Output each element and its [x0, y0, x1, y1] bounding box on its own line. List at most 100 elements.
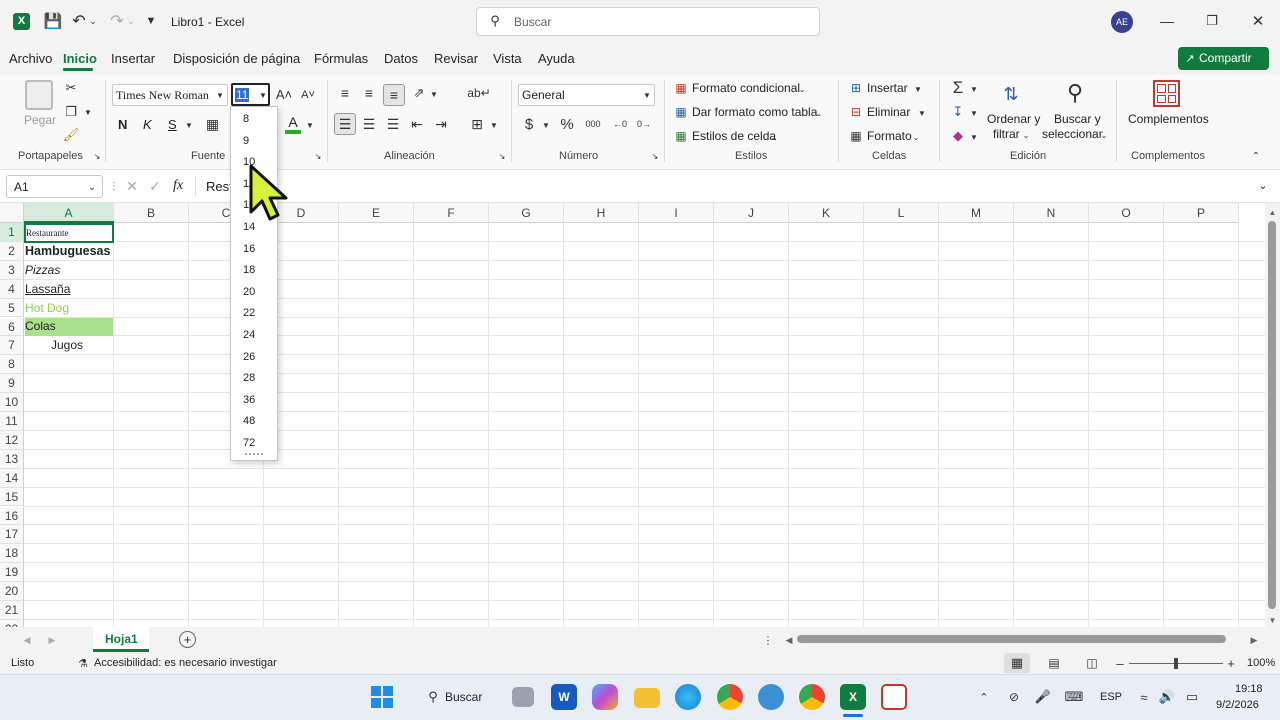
row-header-20[interactable]: 20	[0, 582, 24, 601]
find-select-dropdown-icon[interactable]: ⌄	[1099, 129, 1109, 141]
collapse-ribbon-icon[interactable]: ⌃	[1249, 150, 1263, 162]
conditional-format-icon[interactable]: ▦	[673, 80, 689, 96]
font-color-dropdown-icon[interactable]: ▼	[305, 119, 315, 131]
copilot-icon[interactable]	[592, 684, 618, 710]
sort-filter-icon[interactable]: ⇅	[996, 80, 1026, 108]
redo-icon[interactable]: ↷	[108, 11, 126, 31]
font-size-option[interactable]: 36	[243, 394, 255, 406]
snipping-tool-icon[interactable]	[881, 684, 907, 710]
align-center-icon[interactable]: ☰	[360, 115, 378, 133]
tab-ayuda[interactable]: Ayuda	[538, 51, 575, 66]
save-icon[interactable]: 💾	[43, 11, 63, 31]
column-header-i[interactable]: I	[639, 203, 714, 223]
increase-indent-icon[interactable]: ⇥	[432, 115, 450, 133]
orientation-dropdown-icon[interactable]: ▼	[429, 88, 439, 100]
spreadsheet-grid[interactable]: ABCDEFGHIJKLMNOP 1 2 3 4 5 6 7 8 9 10 11 12 13 14 15 16…	[0, 203, 1265, 627]
cell-styles-dropdown-icon[interactable]: ⌄	[769, 131, 779, 143]
scroll-right-icon[interactable]: ▶	[1249, 633, 1259, 647]
column-header-l[interactable]: L	[864, 203, 939, 223]
underline-button[interactable]: S	[168, 117, 177, 132]
row-header-8[interactable]: 8	[0, 355, 24, 375]
row-header-13[interactable]: 13	[0, 449, 24, 469]
bold-button[interactable]: N	[118, 117, 127, 132]
clock-time[interactable]: 19:18	[1235, 683, 1263, 695]
edge-icon[interactable]	[675, 684, 701, 710]
windows-start-icon[interactable]	[371, 686, 393, 708]
addins-icon[interactable]	[1153, 80, 1180, 107]
table-format-button[interactable]: Dar formato como tabla	[692, 105, 817, 119]
tabs-splitter-icon[interactable]: ⋮	[763, 632, 774, 648]
sheet-tab-hoja1[interactable]: Hoja1	[93, 627, 149, 652]
row-header-22[interactable]: 22	[0, 619, 24, 627]
clear-dropdown-icon[interactable]: ▼	[969, 131, 979, 143]
add-sheet-icon[interactable]: +	[179, 631, 196, 648]
cell-a5[interactable]: Hot Dog	[25, 299, 69, 318]
tab-inicio[interactable]: Inicio	[63, 51, 97, 66]
keyboard-icon[interactable]: ⌨	[1065, 688, 1084, 706]
fill-dropdown-icon[interactable]: ▼	[969, 107, 979, 119]
font-size-option[interactable]: 22	[243, 307, 255, 319]
copy-icon[interactable]: ❐	[63, 104, 79, 120]
chrome-icon[interactable]	[717, 684, 743, 710]
column-header-f[interactable]: F	[414, 203, 489, 223]
number-launcher-icon[interactable]: ↘	[650, 151, 660, 161]
orientation-icon[interactable]: ⇗	[410, 84, 428, 102]
font-launcher-icon[interactable]: ↘	[313, 151, 323, 161]
column-header-b[interactable]: B	[114, 203, 189, 223]
clock-date[interactable]: 9/2/2026	[1216, 699, 1259, 711]
tab-datos[interactable]: Datos	[384, 51, 418, 66]
thousands-icon[interactable]: 000	[583, 115, 603, 133]
zoom-out-icon[interactable]: –	[1114, 655, 1126, 671]
sort-filter-label-1[interactable]: Ordenar y	[987, 112, 1040, 126]
font-size-option[interactable]: 48	[243, 415, 255, 427]
format-dropdown-icon[interactable]: ⌄	[911, 131, 921, 143]
next-sheet-icon[interactable]: ▶	[47, 633, 57, 647]
conditional-format-button[interactable]: Formato condicional	[692, 81, 800, 95]
find-select-icon[interactable]: ⚲	[1060, 78, 1090, 108]
redo-dropdown-icon[interactable]: ⌄	[126, 13, 136, 29]
zoom-level[interactable]: 100%	[1247, 657, 1275, 669]
select-all-corner[interactable]	[0, 203, 24, 223]
cell-a6[interactable]: Colas	[25, 317, 56, 336]
align-bottom-icon[interactable]: ≡	[383, 84, 405, 106]
wifi-icon[interactable]: ≈	[1136, 688, 1152, 706]
tab-insertar[interactable]: Insertar	[111, 51, 155, 66]
autosum-dropdown-icon[interactable]: ▼	[969, 83, 979, 95]
minimize-icon[interactable]: —	[1158, 12, 1176, 30]
tab-revisar[interactable]: Revisar	[434, 51, 478, 66]
taskbar-search[interactable]: ⚲ Buscar	[414, 683, 498, 711]
font-size-option[interactable]: 18	[243, 264, 255, 276]
addins-button[interactable]: Complementos	[1128, 112, 1209, 126]
confirm-entry-icon[interactable]: ✓	[147, 177, 163, 195]
insert-dropdown-icon[interactable]: ▼	[913, 83, 923, 95]
delete-dropdown-icon[interactable]: ▼	[917, 107, 927, 119]
file-explorer-icon[interactable]	[634, 688, 660, 708]
merge-dropdown-icon[interactable]: ▼	[489, 119, 499, 131]
dropdown-resize-grip[interactable]	[245, 453, 263, 455]
increase-font-icon[interactable]: A˄	[275, 85, 293, 103]
delete-cells-icon[interactable]: ⊟	[848, 104, 864, 120]
tab-archivo[interactable]: Archivo	[9, 51, 52, 66]
column-header-a[interactable]: A	[24, 203, 114, 223]
merge-center-icon[interactable]: ⊞	[468, 115, 486, 133]
accessibility-icon[interactable]: ⚗	[76, 656, 90, 670]
row-header-12[interactable]: 12	[0, 430, 24, 450]
currency-dropdown-icon[interactable]: ▼	[541, 119, 551, 131]
page-layout-icon[interactable]: ▤	[1046, 655, 1062, 671]
row-header-2[interactable]: 2	[0, 241, 24, 261]
format-cells-icon[interactable]: ▦	[848, 128, 864, 144]
font-size-option[interactable]: 16	[243, 243, 255, 255]
paste-label[interactable]: Pegar	[24, 113, 56, 127]
font-size-option[interactable]: 14	[243, 221, 255, 233]
expand-formula-icon[interactable]: ⌄	[1256, 178, 1270, 192]
cell-a2[interactable]: Hambuguesas	[25, 242, 110, 261]
format-cells-button[interactable]: Formato	[867, 129, 912, 143]
tab-disposicion[interactable]: Disposición de página	[173, 51, 300, 66]
alignment-launcher-icon[interactable]: ↘	[497, 151, 507, 161]
normal-view-icon[interactable]: ▦	[1004, 653, 1030, 673]
task-view-icon[interactable]	[512, 687, 534, 707]
formula-menu-dots-icon[interactable]: ⋮	[109, 178, 119, 194]
column-header-e[interactable]: E	[339, 203, 414, 223]
zoom-in-icon[interactable]: +	[1225, 655, 1237, 671]
insert-cells-icon[interactable]: ⊞	[848, 80, 864, 96]
